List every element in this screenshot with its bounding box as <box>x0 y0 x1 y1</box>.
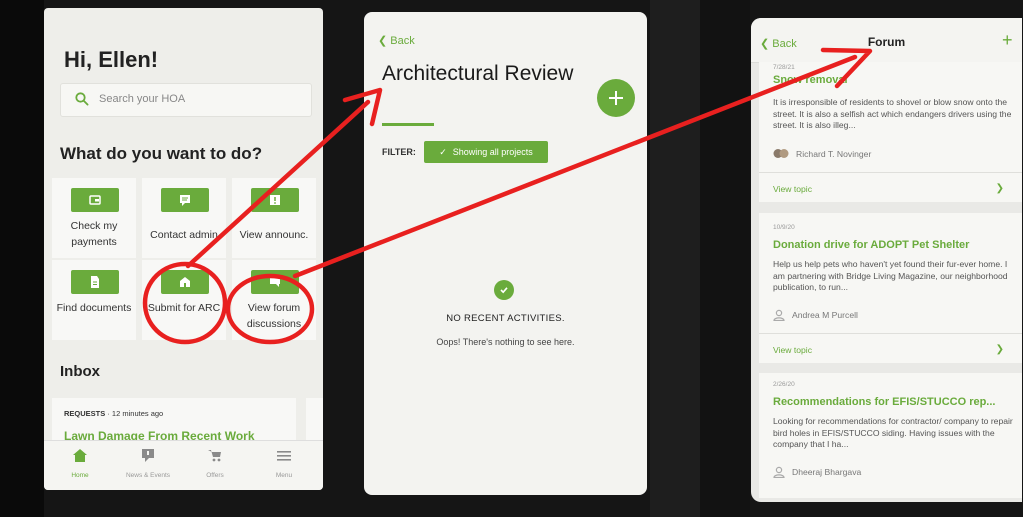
chevron-left-icon: ❮ <box>378 35 388 47</box>
author-name: Dheeraj Bhargava <box>792 467 862 477</box>
tab-menu[interactable]: Menu <box>256 449 312 479</box>
avatar <box>773 149 789 158</box>
tab-label: News & Events <box>125 472 171 479</box>
page-title: Forum <box>867 35 906 49</box>
inbox-title: Inbox <box>60 363 100 380</box>
user-icon <box>773 309 785 321</box>
tab-news-events[interactable]: News & Events <box>120 449 176 479</box>
arc-screen: ❮ Back Architectural Review FILTER: ✓ Sho… <box>364 12 647 495</box>
house-icon <box>180 277 190 287</box>
search-input[interactable]: Search your HOA <box>99 93 185 105</box>
check-icon: ✓ <box>439 146 447 157</box>
tile-label: View forum discussions <box>246 302 302 330</box>
forum-header: ❮ Back Forum + <box>751 18 1022 63</box>
tile-contact-admin[interactable]: Contact admin <box>142 178 226 258</box>
post-body: Looking for recommendations for contract… <box>773 416 1013 449</box>
view-topic-link[interactable]: View topic <box>773 184 812 194</box>
tab-label: Menu <box>275 472 293 479</box>
tab-label: Offers <box>206 472 224 479</box>
post-date: 10/9/20 <box>773 224 795 231</box>
post-author: Richard T. Novinger <box>773 148 871 159</box>
page-title: Architectural Review <box>382 62 574 85</box>
tile-check-payments[interactable]: Check my payments <box>52 178 136 258</box>
section-title: What do you want to do? <box>60 144 263 163</box>
author-name: Richard T. Novinger <box>796 148 872 159</box>
chevron-right-icon: ❯ <box>995 344 1004 355</box>
announcement-icon <box>270 195 280 205</box>
greeting-title: Hi, Ellen! <box>64 47 159 72</box>
menu-icon <box>277 451 291 461</box>
divider <box>759 172 1022 173</box>
forum-screen: ❮ Back Forum + 7/28/21 Snow removal It i… <box>751 18 1022 502</box>
search-bar[interactable]: Search your HOA <box>60 83 312 117</box>
new-topic-button[interactable]: + <box>1002 30 1013 51</box>
forum-post[interactable]: 7/28/21 Snow removal It is irresponsible… <box>759 62 1022 202</box>
wallet-icon <box>89 195 101 205</box>
document-icon <box>91 276 99 288</box>
chevron-right-icon: ❯ <box>995 183 1004 194</box>
post-body: Help us help pets who haven't yet found … <box>773 259 1008 292</box>
filter-chip[interactable]: ✓ Showing all projects <box>424 141 548 163</box>
post-title: Snow removal <box>773 74 848 86</box>
bottom-tab-bar: Home News & Events Offers Menu <box>44 440 323 490</box>
filter-value: Showing all projects <box>452 147 533 157</box>
back-label: Back <box>390 35 415 47</box>
search-icon <box>75 92 89 106</box>
plus-icon <box>609 91 623 105</box>
inbox-item-type: REQUESTS <box>64 409 106 418</box>
post-author: Dheeraj Bhargava <box>773 466 861 478</box>
author-name: Andrea M Purcell <box>792 310 858 320</box>
forum-icon <box>270 277 280 287</box>
view-topic-link[interactable]: View topic <box>773 345 812 355</box>
tile-view-forum[interactable]: View forum discussions <box>232 260 316 340</box>
cart-icon <box>208 450 221 462</box>
tile-label: Check my payments <box>70 220 118 248</box>
tile-view-announcements[interactable]: View announc. <box>232 178 316 258</box>
inbox-item-time: · 12 minutes ago <box>105 409 164 418</box>
tile-find-documents[interactable]: Find documents <box>52 260 136 340</box>
tab-label: Home <box>71 472 89 479</box>
tile-label: Find documents <box>56 302 132 314</box>
tile-label: View announc. <box>239 229 309 241</box>
home-screen: Hi, Ellen! Search your HOA What do you w… <box>44 8 323 490</box>
empty-state-subtitle: Oops! There's nothing to see here. <box>436 337 575 347</box>
title-underline <box>382 123 434 126</box>
post-author: Andrea M Purcell <box>773 309 858 321</box>
plus-icon: + <box>1002 30 1013 50</box>
tile-label: Contact admin <box>150 229 218 241</box>
tab-offers[interactable]: Offers <box>187 449 243 479</box>
post-date: 7/28/21 <box>773 64 795 71</box>
news-icon <box>142 449 154 462</box>
tab-home[interactable]: Home <box>52 449 108 479</box>
home-icon <box>73 449 87 462</box>
add-project-button[interactable] <box>597 79 635 117</box>
inbox-item-meta: REQUESTS · 12 minutes ago <box>64 409 163 418</box>
forum-post[interactable]: 2/26/20 Recommendations for EFIS/STUCCO … <box>759 373 1022 498</box>
post-date: 2/26/20 <box>773 381 795 388</box>
empty-state-title: NO RECENT ACTIVITIES. <box>446 313 565 324</box>
divider <box>759 333 1022 334</box>
filter-label: FILTER: <box>382 147 416 157</box>
back-button[interactable]: ❮ Back <box>378 34 415 47</box>
forum-post[interactable]: 10/9/20 Donation drive for ADOPT Pet She… <box>759 213 1022 363</box>
post-title: Recommendations for EFIS/STUCCO rep... <box>773 396 996 408</box>
check-circle-icon <box>494 280 514 300</box>
post-title: Donation drive for ADOPT Pet Shelter <box>773 239 970 251</box>
tile-label: Submit for ARC <box>147 302 221 314</box>
chat-icon <box>180 195 190 206</box>
tile-submit-arc[interactable]: Submit for ARC <box>142 260 226 340</box>
post-body: It is irresponsible of residents to shov… <box>773 97 1012 130</box>
user-icon <box>773 466 785 478</box>
